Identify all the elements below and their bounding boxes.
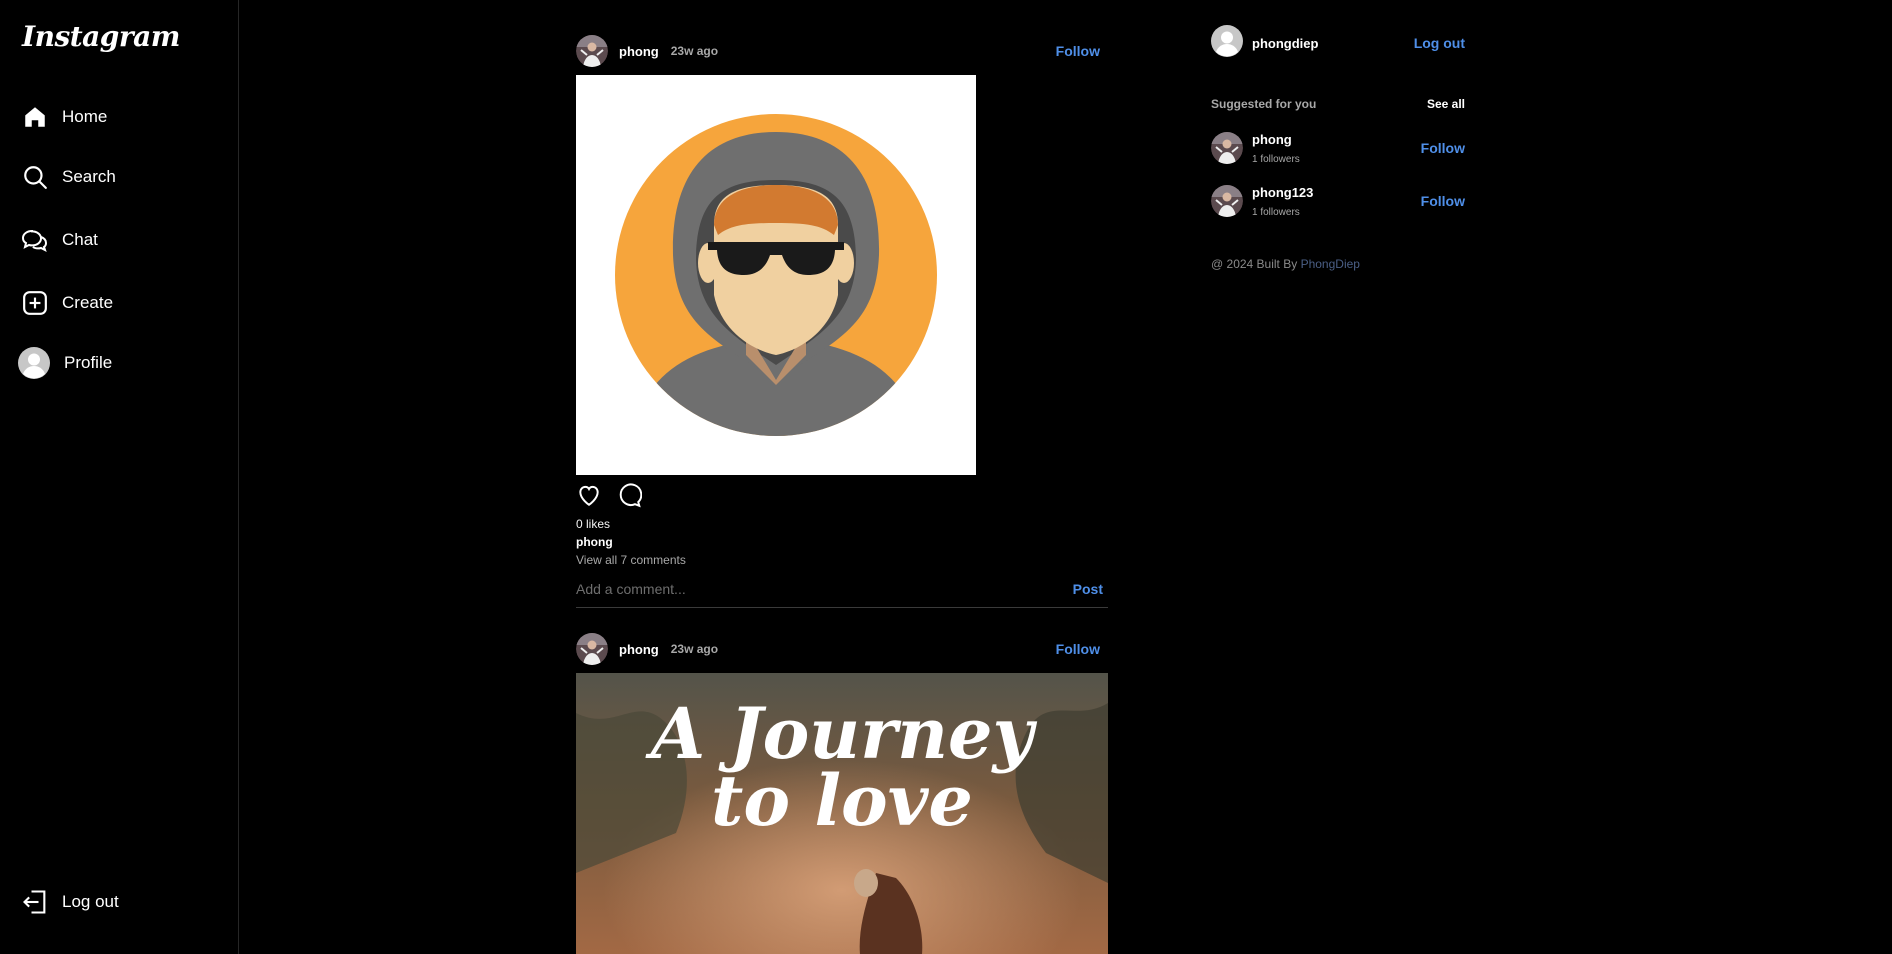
likes-count: 0 likes	[576, 517, 611, 531]
follow-button[interactable]: Follow	[1056, 641, 1100, 657]
suggestion-username[interactable]: phong	[1252, 132, 1300, 147]
current-user: phongdiep Log out	[1211, 24, 1465, 62]
suggestions-header: Suggested for you See all	[1211, 97, 1465, 111]
comment-input[interactable]	[576, 578, 1073, 600]
sidebar-item-label: Log out	[62, 892, 119, 911]
sidebar-item-label: Create	[62, 293, 114, 312]
sidebar-item-profile[interactable]: Profile	[18, 343, 112, 383]
post-image-title-line2: to love	[711, 759, 973, 842]
post-username[interactable]: phong	[619, 642, 659, 657]
comment-icon[interactable]	[616, 482, 642, 508]
footer-author-link[interactable]: PhongDiep	[1301, 257, 1360, 271]
footer-text: @ 2024 Built By	[1211, 257, 1298, 271]
post-timestamp: 23w ago	[670, 44, 719, 58]
comment-form: Post	[576, 578, 1108, 608]
post-image[interactable]	[576, 75, 976, 475]
feed: phong 23w ago Follow 0 likes phong View	[576, 0, 1108, 954]
sidebar-item-home[interactable]: Home	[20, 97, 107, 137]
search-icon	[20, 162, 50, 192]
follow-button[interactable]: Follow	[1056, 43, 1100, 59]
post-comment-button[interactable]: Post	[1073, 578, 1103, 600]
sidebar-item-search[interactable]: Search	[20, 157, 116, 197]
footer: @ 2024 Built By PhongDiep	[1211, 257, 1360, 271]
sidebar-item-label: Profile	[64, 353, 113, 372]
post-timestamp: 23w ago	[670, 642, 719, 656]
post-header: phong 23w ago Follow	[576, 631, 1108, 667]
post-actions	[576, 482, 642, 508]
avatar[interactable]	[1211, 132, 1243, 164]
sidebar: Instagram Home Search Chat Create Profil…	[0, 0, 239, 954]
avatar-icon	[18, 347, 50, 379]
instagram-logo[interactable]: Instagram	[22, 20, 180, 53]
caption-username[interactable]: phong	[576, 535, 613, 549]
current-username[interactable]: phongdiep	[1252, 36, 1318, 51]
suggestions-title: Suggested for you	[1211, 97, 1317, 111]
logout-link[interactable]: Log out	[1414, 35, 1465, 51]
suggestion-followers: 1 followers	[1252, 206, 1300, 218]
chat-icon	[20, 225, 50, 255]
avatar[interactable]	[1211, 24, 1243, 62]
home-icon	[20, 102, 50, 132]
sidebar-item-label: Search	[62, 167, 116, 186]
heart-icon[interactable]	[576, 482, 602, 508]
sidebar-item-label: Chat	[62, 230, 98, 249]
follow-button[interactable]: Follow	[1421, 193, 1465, 209]
logout-icon	[20, 887, 50, 917]
sidebar-logout[interactable]: Log out	[20, 882, 119, 922]
post-header: phong 23w ago Follow	[576, 33, 1108, 69]
view-comments-link[interactable]: View all 7 comments	[576, 553, 686, 567]
suggestion-item: phong123 1 followers Follow	[1211, 183, 1465, 219]
follow-button[interactable]: Follow	[1421, 140, 1465, 156]
avatar[interactable]	[576, 633, 608, 665]
avatar[interactable]	[1211, 185, 1243, 217]
suggestion-username[interactable]: phong123	[1252, 185, 1313, 200]
avatar[interactable]	[576, 35, 608, 67]
sidebar-item-chat[interactable]: Chat	[20, 220, 98, 260]
suggestion-followers: 1 followers	[1252, 153, 1300, 165]
see-all-link[interactable]: See all	[1427, 97, 1465, 111]
post-image[interactable]: A Journey to love	[576, 673, 1108, 954]
plus-square-icon	[20, 288, 50, 318]
sidebar-item-create[interactable]: Create	[20, 283, 113, 323]
post-username[interactable]: phong	[619, 44, 659, 59]
sidebar-item-label: Home	[62, 107, 108, 126]
suggestion-item: phong 1 followers Follow	[1211, 130, 1465, 166]
